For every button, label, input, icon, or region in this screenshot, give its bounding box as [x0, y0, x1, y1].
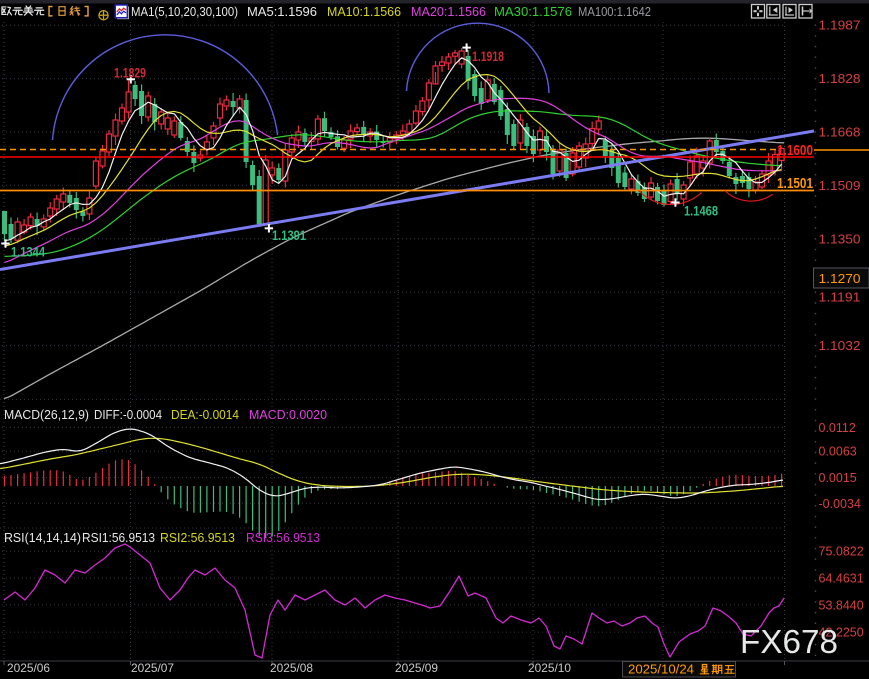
svg-text:1.1391: 1.1391 [272, 228, 306, 243]
svg-text:MA5:1.1596: MA5:1.1596 [247, 4, 317, 19]
svg-text:MACD:0.0020: MACD:0.0020 [249, 407, 327, 422]
svg-text:1.1600: 1.1600 [777, 143, 813, 159]
svg-text:1.1344: 1.1344 [11, 245, 45, 260]
svg-text:1.1270: 1.1270 [819, 271, 861, 286]
svg-text:53.8440: 53.8440 [819, 598, 864, 612]
svg-text:MACD(26,12,9): MACD(26,12,9) [4, 407, 89, 422]
svg-text:0.0112: 0.0112 [819, 421, 856, 435]
svg-text:DIFF:-0.0004: DIFF:-0.0004 [94, 407, 162, 422]
svg-text:MA20:1.1566: MA20:1.1566 [411, 4, 486, 19]
svg-text:1.1032: 1.1032 [819, 338, 861, 353]
svg-text:RSI(14,14,14): RSI(14,14,14) [4, 530, 81, 545]
svg-text:1.1668: 1.1668 [819, 125, 861, 140]
svg-text:75.0822: 75.0822 [819, 545, 864, 559]
svg-text:2025/06: 2025/06 [7, 661, 50, 675]
svg-text:RSI2:56.9513: RSI2:56.9513 [160, 530, 235, 545]
svg-text:2025/09: 2025/09 [395, 661, 438, 675]
svg-text:1.1468: 1.1468 [684, 204, 718, 219]
svg-text:2025/10: 2025/10 [528, 661, 571, 675]
svg-text:1.1829: 1.1829 [114, 65, 146, 81]
svg-text:RSI1:56.9513: RSI1:56.9513 [82, 530, 155, 545]
svg-text:MA10:1.1566: MA10:1.1566 [327, 4, 401, 19]
svg-text:0.0015: 0.0015 [819, 471, 857, 485]
svg-text:0.0063: 0.0063 [819, 445, 857, 459]
svg-text:RSI3:56.9513: RSI3:56.9513 [246, 530, 320, 545]
svg-text:1.1828: 1.1828 [819, 71, 861, 86]
svg-text:MA100:1.1642: MA100:1.1642 [578, 4, 651, 19]
svg-text:2025/08: 2025/08 [270, 661, 313, 675]
svg-text:MA30:1.1576: MA30:1.1576 [494, 4, 572, 19]
svg-text:1.1501: 1.1501 [777, 176, 813, 192]
svg-text:MA1(5,10,20,30,100): MA1(5,10,20,30,100) [131, 4, 238, 19]
svg-text:1.1191: 1.1191 [819, 290, 861, 305]
svg-text:1.1350: 1.1350 [819, 231, 861, 246]
svg-text:FX678: FX678 [740, 623, 838, 660]
svg-text:-0.0034: -0.0034 [819, 497, 861, 511]
svg-text:2025/10/24: 2025/10/24 [628, 663, 694, 677]
svg-text:1.1918: 1.1918 [472, 48, 504, 64]
svg-text:1.1509: 1.1509 [819, 178, 861, 193]
svg-text:64.4631: 64.4631 [819, 572, 864, 586]
svg-text:2025/07: 2025/07 [131, 661, 174, 675]
svg-text:DEA:-0.0014: DEA:-0.0014 [171, 407, 239, 422]
svg-text:1.1987: 1.1987 [819, 18, 861, 33]
